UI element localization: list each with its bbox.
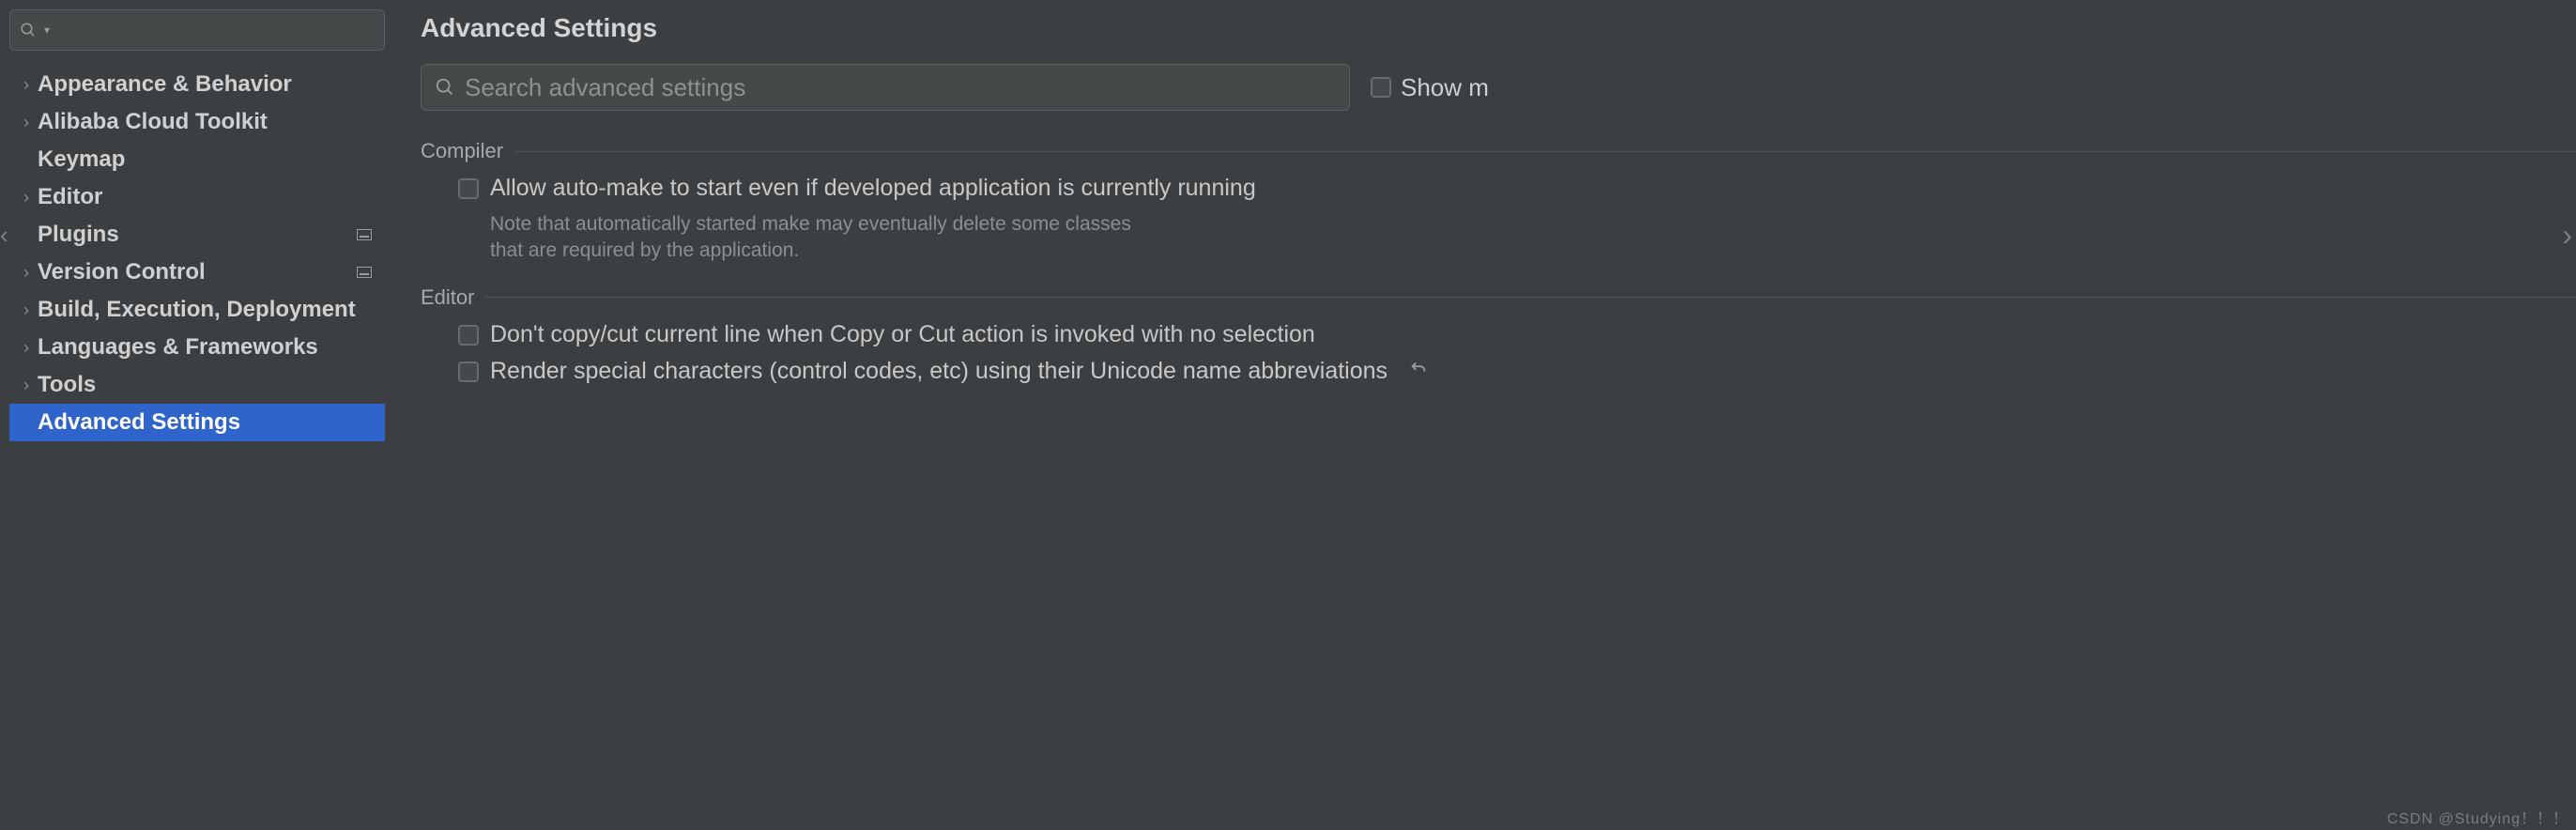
- sidebar-item-label: Editor: [38, 184, 377, 210]
- sidebar-item-label: Version Control: [38, 259, 357, 285]
- chevron-right-icon: ›: [15, 338, 38, 358]
- undo-icon[interactable]: [1408, 358, 1429, 378]
- sidebar-item-label: Advanced Settings: [38, 409, 377, 436]
- settings-content: Advanced Settings Show m Compiler Allow …: [394, 0, 2576, 830]
- chevron-right-icon: ›: [15, 188, 38, 208]
- setting-editor-render-special[interactable]: Render special characters (control codes…: [458, 358, 2576, 385]
- divider: [485, 297, 2576, 298]
- checkbox-icon[interactable]: [1371, 77, 1391, 98]
- chevron-left-icon: ‹: [0, 221, 8, 250]
- sidebar-search-input[interactable]: [54, 18, 375, 42]
- sidebar-item-label: Keymap: [38, 146, 377, 173]
- setting-label: Don't copy/cut current line when Copy or…: [490, 321, 1315, 348]
- sidebar-item-version-control[interactable]: › Version Control: [9, 254, 385, 291]
- sidebar-item-plugins[interactable]: ‹ Plugins: [9, 216, 385, 254]
- chevron-right-icon[interactable]: ›: [2562, 218, 2572, 253]
- sidebar-item-label: Languages & Frameworks: [38, 334, 377, 361]
- sidebar-item-label: Tools: [38, 372, 377, 398]
- advanced-settings-search[interactable]: [421, 64, 1350, 111]
- sidebar-item-label: Build, Execution, Deployment: [38, 297, 377, 323]
- caret-down-icon: ▾: [44, 23, 50, 37]
- settings-sidebar: ▾ › Appearance & Behavior › Alibaba Clou…: [0, 0, 394, 830]
- chevron-right-icon: ›: [15, 263, 38, 283]
- advanced-settings-search-input[interactable]: [465, 73, 1336, 102]
- sidebar-item-tools[interactable]: › Tools: [9, 366, 385, 404]
- group-title: Compiler: [421, 139, 503, 163]
- sidebar-item-label: Alibaba Cloud Toolkit: [38, 109, 377, 135]
- sidebar-item-languages-frameworks[interactable]: › Languages & Frameworks: [9, 329, 385, 366]
- sidebar-item-label: Plugins: [38, 222, 357, 248]
- checkbox-icon[interactable]: [458, 178, 479, 199]
- search-icon: [435, 77, 455, 98]
- chevron-right-icon: ›: [15, 113, 38, 132]
- show-modified-only-toggle[interactable]: Show m: [1371, 73, 1489, 102]
- divider: [514, 151, 2576, 152]
- settings-nav: › Appearance & Behavior › Alibaba Cloud …: [9, 66, 385, 830]
- setting-note: Note that automatically started make may…: [490, 211, 1166, 265]
- sidebar-item-keymap[interactable]: Keymap: [9, 141, 385, 178]
- chevron-right-icon: ›: [15, 300, 38, 320]
- search-icon: [20, 22, 37, 38]
- chevron-right-icon: ›: [15, 376, 38, 395]
- sidebar-item-editor[interactable]: › Editor: [9, 178, 385, 216]
- group-editor: Editor Don't copy/cut current line when …: [421, 285, 2576, 385]
- sidebar-item-build-execution-deployment[interactable]: › Build, Execution, Deployment: [9, 291, 385, 329]
- sidebar-search[interactable]: ▾: [9, 9, 385, 51]
- chevron-right-icon: ›: [15, 75, 38, 95]
- sidebar-item-advanced-settings[interactable]: Advanced Settings: [9, 404, 385, 441]
- show-modified-only-label: Show m: [1401, 73, 1489, 102]
- project-settings-icon: [357, 229, 372, 240]
- watermark: CSDN @Studying！！！: [2387, 806, 2568, 828]
- group-title: Editor: [421, 285, 474, 310]
- project-settings-icon: [357, 267, 372, 278]
- sidebar-item-label: Appearance & Behavior: [38, 71, 377, 98]
- setting-editor-nocopycut[interactable]: Don't copy/cut current line when Copy or…: [458, 321, 2576, 348]
- app-root: ▾ › Appearance & Behavior › Alibaba Clou…: [0, 0, 2576, 830]
- checkbox-icon[interactable]: [458, 325, 479, 346]
- sidebar-item-alibaba-cloud-toolkit[interactable]: › Alibaba Cloud Toolkit: [9, 103, 385, 141]
- setting-compiler-automake[interactable]: Allow auto-make to start even if develop…: [458, 175, 2576, 202]
- setting-label: Allow auto-make to start even if develop…: [490, 175, 1256, 202]
- sidebar-item-appearance-behavior[interactable]: › Appearance & Behavior: [9, 66, 385, 103]
- setting-label: Render special characters (control codes…: [490, 358, 1388, 385]
- content-topbar: Show m: [421, 64, 2576, 111]
- page-title: Advanced Settings: [421, 13, 2576, 43]
- group-compiler: Compiler Allow auto-make to start even i…: [421, 139, 2576, 265]
- checkbox-icon[interactable]: [458, 361, 479, 382]
